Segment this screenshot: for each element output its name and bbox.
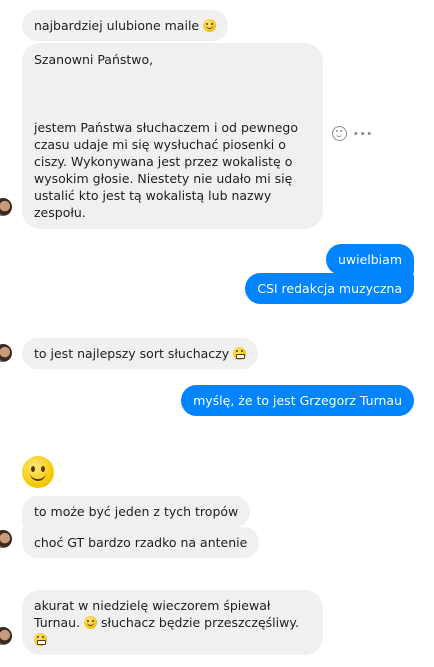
message-incoming[interactable]: to jest najlepszy sort słuchaczy: [22, 338, 259, 369]
message-incoming[interactable]: to może być jeden z tych tropów: [22, 496, 251, 527]
message-text: uwielbiam: [337, 252, 402, 267]
message-text: to jest najlepszy sort słuchaczy: [34, 346, 230, 361]
grin-emoji-icon: [34, 633, 47, 646]
message-incoming[interactable]: akurat w niedzielę wieczorem śpiewał Tur…: [22, 590, 323, 655]
avatar[interactable]: [0, 198, 12, 216]
large-smile-emoji-icon[interactable]: [22, 456, 54, 488]
avatar[interactable]: [0, 530, 12, 548]
message-outgoing[interactable]: uwielbiam: [325, 244, 414, 275]
message-text: choć GT bardzo rzadko na antenie: [34, 535, 248, 550]
message-text: słuchacz będzie przeszczęśliwy.: [101, 615, 299, 630]
message-incoming[interactable]: Szanowni Państwo, jestem Państwa słuchac…: [22, 43, 323, 229]
message-incoming[interactable]: najbardziej ulubione maile: [22, 10, 229, 41]
grin-emoji-icon: [233, 347, 247, 360]
smile-emoji-icon: [84, 616, 98, 629]
message-text: najbardziej ulubione maile: [34, 18, 200, 33]
message-incoming[interactable]: choć GT bardzo rzadko na antenie: [22, 527, 260, 558]
smile-emoji-icon: [203, 19, 217, 32]
message-outgoing[interactable]: myślę, że to jest Grzegorz Turnau: [181, 385, 414, 416]
avatar[interactable]: [0, 344, 12, 362]
message-actions: ···: [332, 126, 373, 141]
message-greeting: Szanowni Państwo,: [34, 52, 154, 67]
message-text: CSI redakcja muzyczna: [257, 281, 402, 296]
more-options-icon[interactable]: ···: [353, 126, 373, 141]
message-text: jestem Państwa słuchaczem i od pewnego c…: [34, 120, 299, 220]
message-outgoing[interactable]: CSI redakcja muzyczna: [245, 273, 414, 304]
avatar[interactable]: [0, 627, 12, 645]
react-smiley-icon[interactable]: [332, 126, 347, 141]
message-text: myślę, że to jest Grzegorz Turnau: [193, 393, 402, 408]
message-text: to może być jeden z tych tropów: [34, 504, 239, 519]
